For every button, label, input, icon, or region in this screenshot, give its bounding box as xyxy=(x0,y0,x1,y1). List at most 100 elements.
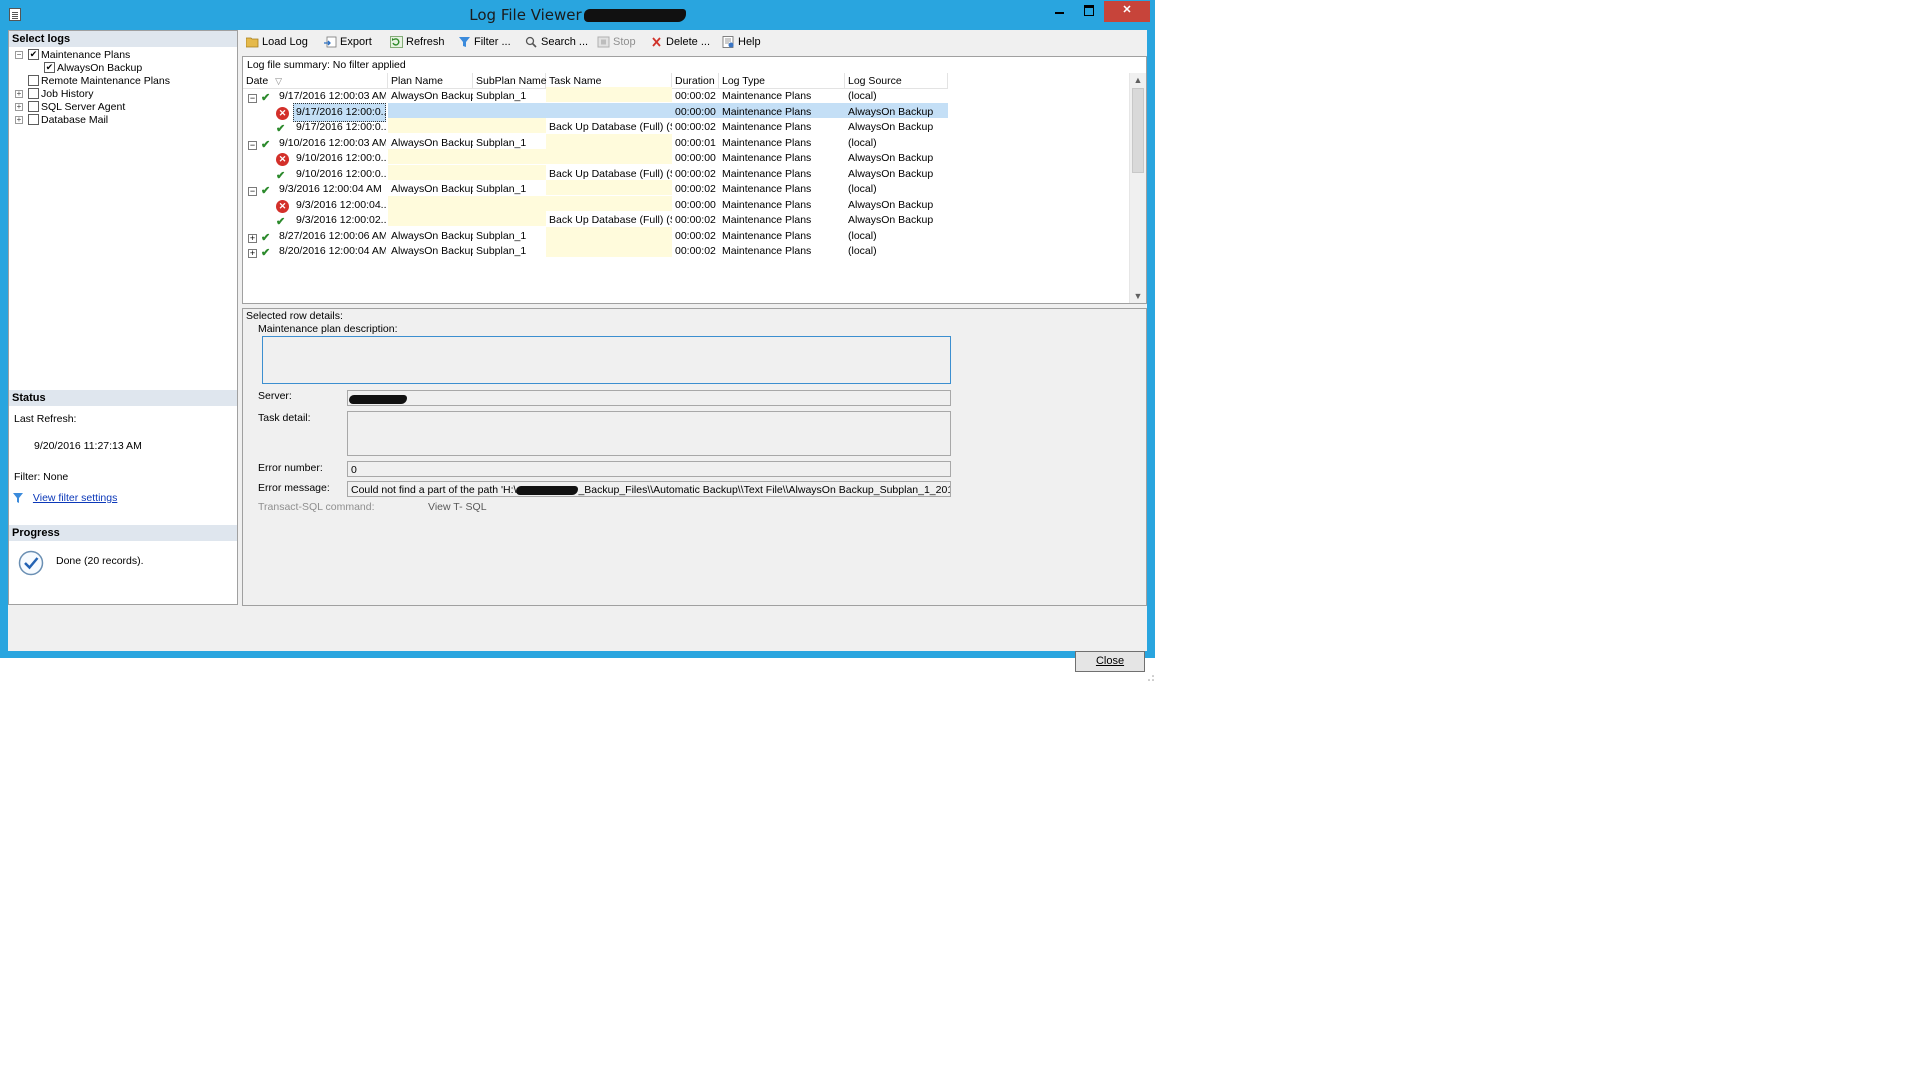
maintenance-plans-checkbox[interactable]: ✔ xyxy=(28,49,39,60)
collapse-icon[interactable]: − xyxy=(15,51,23,59)
window-title: Log File Viewer xyxy=(0,6,1155,24)
tree-item-label: SQL Server Agent xyxy=(41,101,126,113)
description-field[interactable] xyxy=(262,336,951,384)
expand-icon[interactable]: + xyxy=(15,116,23,124)
select-logs-heading: Select logs xyxy=(9,31,237,47)
view-tsql-link[interactable]: View T- SQL xyxy=(428,501,487,513)
close-button-label: Close xyxy=(1095,655,1125,667)
resize-grip-icon[interactable] xyxy=(1147,673,1155,681)
error-number-field[interactable]: 0 xyxy=(347,461,951,477)
help-label: Help xyxy=(738,36,761,48)
expand-row-icon[interactable]: + xyxy=(248,249,257,258)
sort-descending-icon: ▽ xyxy=(275,76,283,86)
minimize-button[interactable] xyxy=(1046,1,1073,22)
cell-plan xyxy=(388,195,473,211)
server-field[interactable] xyxy=(347,390,951,406)
cell-task xyxy=(546,149,672,164)
cell-subplan: Subplan_1 xyxy=(476,245,527,257)
task-detail-field[interactable] xyxy=(347,411,951,456)
scroll-up-icon[interactable]: ▲ xyxy=(1130,73,1146,87)
help-button[interactable]: Help xyxy=(722,34,761,50)
tree-item-label: Maintenance Plans xyxy=(41,49,131,61)
cell-subplan xyxy=(473,102,546,118)
maximize-button[interactable] xyxy=(1075,1,1102,22)
cell-plan: AlwaysOn Backup xyxy=(391,245,473,257)
tsql-command-label: Transact-SQL command: xyxy=(258,501,375,513)
table-row[interactable]: + ✔ 8/20/2016 12:00:04 AM AlwaysOn Backup Su… xyxy=(243,242,1130,263)
alwayson-backup-checkbox[interactable]: ✔ xyxy=(44,62,55,73)
cell-task: Back Up Database (Full) (S... xyxy=(549,167,672,180)
expand-row-icon[interactable]: + xyxy=(248,233,257,243)
view-filter-settings[interactable]: View filter settings xyxy=(12,492,117,504)
close-window-button[interactable]: ✕ xyxy=(1104,1,1150,22)
cell-task xyxy=(546,87,672,102)
cell-task xyxy=(546,102,672,118)
error-message-field[interactable]: Could not find a part of the path 'H:\ _B… xyxy=(347,481,951,497)
cell-plan: AlwaysOn Backup xyxy=(391,90,473,102)
refresh-button[interactable]: Refresh xyxy=(390,34,445,50)
title-redaction xyxy=(583,9,686,22)
cell-plan xyxy=(388,149,473,164)
cell-logtype: Maintenance Plans xyxy=(722,136,812,149)
cell-duration: 00:00:01 xyxy=(675,136,716,149)
delete-icon xyxy=(650,36,663,48)
cell-source: (local) xyxy=(848,90,877,102)
cell-plan: AlwaysOn Backup xyxy=(391,183,473,195)
collapse-row-icon[interactable]: − xyxy=(248,140,257,150)
tree-item-label: AlwaysOn Backup xyxy=(57,62,143,74)
cell-duration: 00:00:02 xyxy=(675,121,716,133)
expand-icon[interactable]: + xyxy=(15,103,23,111)
toolbar: Load Log Export Refresh Filter ... Searc… xyxy=(242,30,1147,53)
stop-button[interactable]: Stop xyxy=(597,34,636,50)
cell-logtype: Maintenance Plans xyxy=(722,229,812,242)
selected-row-details-heading: Selected row details: xyxy=(246,310,343,322)
cell-source: (local) xyxy=(848,229,877,242)
expand-icon[interactable]: + xyxy=(15,90,23,98)
cell-subplan: Subplan_1 xyxy=(476,229,527,242)
error-number-label: Error number: xyxy=(258,462,323,474)
progress-done-icon xyxy=(18,550,44,579)
database-mail-checkbox[interactable] xyxy=(28,114,39,125)
cell-source: (local) xyxy=(848,245,877,257)
tree-item-label: Database Mail xyxy=(41,114,109,126)
cell-task xyxy=(546,133,672,149)
cell-duration: 00:00:02 xyxy=(675,183,716,195)
delete-button[interactable]: Delete ... xyxy=(650,34,710,50)
cell-logtype: Maintenance Plans xyxy=(722,198,812,211)
search-label: Search ... xyxy=(541,36,589,48)
remote-maintenance-plans-checkbox[interactable] xyxy=(28,75,39,86)
cell-task: Back Up Database (Full) (S... xyxy=(549,121,672,133)
cell-subplan: Subplan_1 xyxy=(476,136,527,149)
log-file-viewer-window: Log File Viewer ✕ Select logs − ✔ Mainte… xyxy=(0,0,1155,681)
export-button[interactable]: Export xyxy=(324,34,372,50)
filter-button[interactable]: Filter ... xyxy=(458,34,511,50)
success-icon: ✔ xyxy=(261,138,271,151)
refresh-icon xyxy=(390,36,403,48)
column-header-label: Date xyxy=(246,75,269,87)
stop-label: Stop xyxy=(613,36,636,48)
cell-source: AlwaysOn Backup xyxy=(848,121,934,133)
error-message-label: Error message: xyxy=(258,482,330,494)
refresh-label: Refresh xyxy=(406,36,445,48)
success-icon: ✔ xyxy=(261,185,271,197)
job-history-checkbox[interactable] xyxy=(28,88,39,99)
close-button[interactable]: Close xyxy=(1075,651,1145,672)
progress-text: Done (20 records). xyxy=(56,555,144,567)
load-log-button[interactable]: Load Log xyxy=(245,34,308,50)
title-bar[interactable]: Log File Viewer ✕ xyxy=(0,0,1155,29)
help-icon xyxy=(722,36,735,48)
cell-logtype: Maintenance Plans xyxy=(722,167,812,180)
scroll-thumb[interactable] xyxy=(1132,88,1144,173)
collapse-row-icon[interactable]: − xyxy=(248,187,257,196)
scroll-down-icon[interactable]: ▼ xyxy=(1130,289,1146,303)
cell-plan: AlwaysOn Backup xyxy=(391,136,473,149)
cell-source: AlwaysOn Backup xyxy=(848,152,934,164)
sql-server-agent-checkbox[interactable] xyxy=(28,101,39,112)
description-label: Maintenance plan description: xyxy=(258,323,398,335)
search-button[interactable]: Search ... xyxy=(525,34,588,50)
cell-plan xyxy=(388,102,473,118)
view-filter-settings-link[interactable]: View filter settings xyxy=(33,492,117,504)
cell-logtype: Maintenance Plans xyxy=(722,245,812,257)
collapse-row-icon[interactable]: − xyxy=(248,94,257,103)
grid-scrollbar[interactable]: ▲ ▼ xyxy=(1129,73,1146,303)
